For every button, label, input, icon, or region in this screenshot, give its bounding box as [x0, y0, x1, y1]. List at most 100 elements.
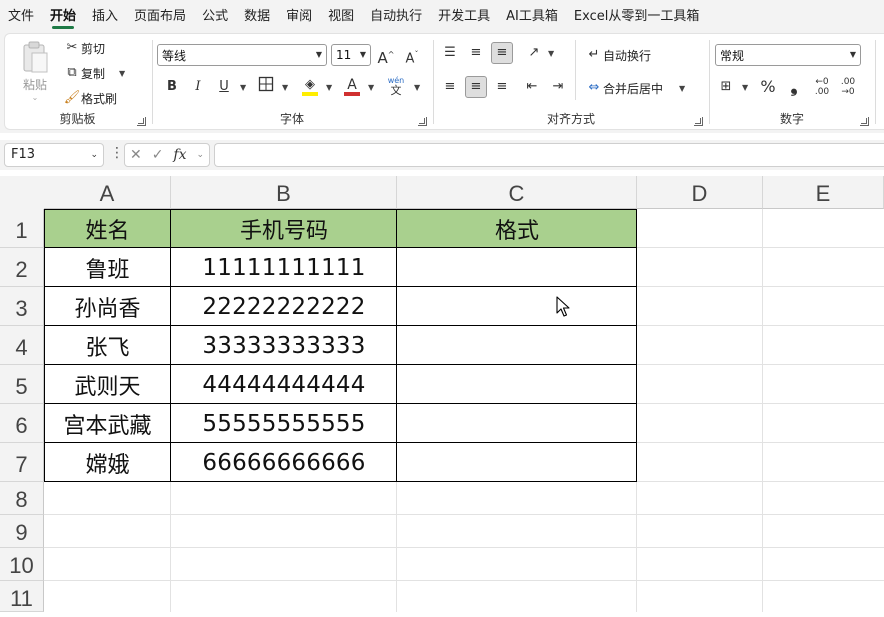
cell-c7[interactable]: [397, 443, 637, 482]
column-header-c[interactable]: C: [397, 176, 637, 209]
merge-dropdown-icon[interactable]: ▼: [679, 84, 685, 93]
cell-b7[interactable]: 66666666666: [171, 443, 397, 482]
enter-icon[interactable]: ✓: [152, 147, 164, 163]
clipboard-launcher-icon[interactable]: [137, 117, 146, 126]
column-header-e[interactable]: E: [763, 176, 884, 209]
row-header-7[interactable]: 7: [0, 443, 44, 482]
row-header-10[interactable]: 10: [0, 548, 44, 581]
tab-file[interactable]: 文件: [0, 0, 42, 33]
tab-ai-toolbox[interactable]: AI工具箱: [498, 0, 566, 33]
more-options-icon[interactable]: ⋮: [110, 145, 124, 161]
row-header-9[interactable]: 9: [0, 515, 44, 548]
decrease-indent-button[interactable]: ⇤: [521, 76, 543, 98]
orientation-button[interactable]: ↗: [523, 42, 545, 64]
alignment-launcher-icon[interactable]: [694, 117, 703, 126]
cell-c1[interactable]: 格式: [397, 209, 637, 248]
align-center-button[interactable]: ≡: [465, 76, 487, 98]
row-header-3[interactable]: 3: [0, 287, 44, 326]
row-header-6[interactable]: 6: [0, 404, 44, 443]
underline-button[interactable]: U: [213, 76, 235, 98]
increase-decimal-button[interactable]: ←0.00: [811, 76, 833, 98]
align-right-button[interactable]: ≡: [491, 76, 513, 98]
cell-b1[interactable]: 手机号码: [171, 209, 397, 248]
fill-color-button[interactable]: ◈: [299, 74, 321, 96]
cancel-icon[interactable]: ✕: [130, 147, 142, 163]
shrink-font-button[interactable]: Aˇ: [401, 44, 423, 66]
cell-b6[interactable]: 55555555555: [171, 404, 397, 443]
tab-formulas[interactable]: 公式: [194, 0, 236, 33]
number-launcher-icon[interactable]: [860, 117, 869, 126]
tab-automate[interactable]: 自动执行: [362, 0, 430, 33]
align-middle-button[interactable]: ≡: [465, 42, 487, 64]
tab-view[interactable]: 视图: [320, 0, 362, 33]
cell-a6[interactable]: 宫本武藏: [44, 404, 171, 443]
tab-insert[interactable]: 插入: [84, 0, 126, 33]
comma-style-button[interactable]: ❟: [783, 76, 805, 98]
tab-page-layout[interactable]: 页面布局: [126, 0, 194, 33]
copy-dropdown-icon[interactable]: ▼: [119, 69, 125, 78]
format-painter-button[interactable]: 🖌 格式刷: [63, 87, 117, 109]
orientation-dropdown-icon[interactable]: ▼: [548, 49, 554, 58]
align-bottom-button[interactable]: ≡: [491, 42, 513, 64]
tab-review[interactable]: 审阅: [278, 0, 320, 33]
chevron-down-icon[interactable]: ⌄: [196, 150, 204, 160]
paste-dropdown-icon[interactable]: ⌄: [17, 93, 53, 102]
row-header-1[interactable]: 1: [0, 209, 44, 248]
font-name-select[interactable]: 等线 ▼: [157, 44, 327, 66]
align-left-button[interactable]: ≡: [439, 76, 461, 98]
font-launcher-icon[interactable]: [418, 117, 427, 126]
insert-function-button[interactable]: fx: [173, 147, 186, 163]
tab-data[interactable]: 数据: [236, 0, 278, 33]
cell-a1[interactable]: 姓名: [44, 209, 171, 248]
column-header-b[interactable]: B: [171, 176, 397, 209]
italic-button[interactable]: I: [187, 76, 209, 98]
tab-developer[interactable]: 开发工具: [430, 0, 498, 33]
paste-button[interactable]: 粘贴 ⌄: [17, 40, 53, 102]
cell-b5[interactable]: 44444444444: [171, 365, 397, 404]
row-header-2[interactable]: 2: [0, 248, 44, 287]
tab-home[interactable]: 开始: [42, 0, 84, 33]
column-header-d[interactable]: D: [637, 176, 763, 209]
font-size-select[interactable]: 11 ▼: [331, 44, 371, 66]
bold-button[interactable]: B: [161, 76, 183, 98]
cell-c6[interactable]: [397, 404, 637, 443]
grow-font-button[interactable]: A^: [375, 44, 397, 67]
increase-indent-button[interactable]: ⇥: [547, 76, 569, 98]
cell-b4[interactable]: 33333333333: [171, 326, 397, 365]
decrease-decimal-button[interactable]: .00 →0: [837, 76, 859, 98]
accounting-format-button[interactable]: ⊞: [715, 76, 737, 98]
row-header-8[interactable]: 8: [0, 482, 44, 515]
font-color-button[interactable]: A: [341, 74, 363, 96]
accounting-dropdown-icon[interactable]: ▼: [742, 83, 748, 92]
name-box[interactable]: F13 ⌄: [4, 143, 104, 167]
cell-c4[interactable]: [397, 326, 637, 365]
wrap-text-button[interactable]: ↵ 自动换行: [585, 44, 651, 66]
underline-dropdown-icon[interactable]: ▼: [240, 83, 246, 92]
row-header-5[interactable]: 5: [0, 365, 44, 404]
cell-a3[interactable]: 孙尚香: [44, 287, 171, 326]
cell-c2[interactable]: [397, 248, 637, 287]
cell-a7[interactable]: 嫦娥: [44, 443, 171, 482]
formula-input[interactable]: [214, 143, 884, 167]
cell-c5[interactable]: [397, 365, 637, 404]
row-header-4[interactable]: 4: [0, 326, 44, 365]
cell-b3[interactable]: 22222222222: [171, 287, 397, 326]
copy-button[interactable]: ⧉ 复制 ▼: [63, 62, 125, 84]
phonetic-dropdown-icon[interactable]: ▼: [414, 83, 420, 92]
phonetic-guide-button[interactable]: wén 文: [385, 74, 407, 96]
font-color-dropdown-icon[interactable]: ▼: [368, 83, 374, 92]
cell-a2[interactable]: 鲁班: [44, 248, 171, 287]
borders-dropdown-icon[interactable]: ▼: [282, 83, 288, 92]
cell-a4[interactable]: 张飞: [44, 326, 171, 365]
borders-button[interactable]: [255, 76, 277, 98]
row-header-11[interactable]: 11: [0, 581, 44, 612]
cell-b2[interactable]: 11111111111: [171, 248, 397, 287]
cell-a5[interactable]: 武则天: [44, 365, 171, 404]
tab-excel-toolbox[interactable]: Excel从零到一工具箱: [566, 0, 707, 33]
select-all-corner[interactable]: [0, 176, 44, 209]
column-header-a[interactable]: A: [44, 176, 171, 209]
merge-center-button[interactable]: ⇔ 合并后居中 ▼: [585, 77, 686, 99]
cut-button[interactable]: ✂ 剪切: [63, 37, 105, 59]
cell-c3[interactable]: [397, 287, 637, 326]
fill-color-dropdown-icon[interactable]: ▼: [326, 83, 332, 92]
